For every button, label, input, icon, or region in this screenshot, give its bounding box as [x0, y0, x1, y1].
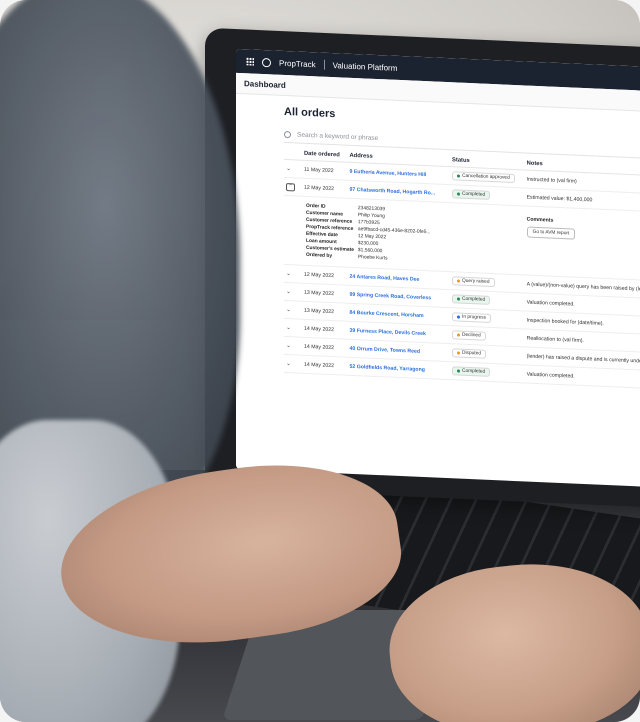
go-to-avm-report-button[interactable]: Go to AVM report: [526, 226, 576, 240]
status-dot-icon: [457, 369, 461, 373]
status-label: Completed: [462, 191, 486, 198]
chevron-down-icon[interactable]: ⌄: [286, 166, 291, 172]
status-badge: Cancellation approved: [452, 171, 515, 184]
chevron-down-icon[interactable]: ⌄: [286, 361, 291, 367]
status-label: Completed: [462, 368, 486, 375]
status-dot-icon: [457, 333, 461, 337]
brand-name: PropTrack: [279, 58, 316, 69]
product-name: Valuation Platform: [332, 60, 398, 73]
status-badge: Completed: [452, 189, 491, 200]
chevron-down-icon[interactable]: ⌄: [286, 289, 291, 295]
status-label: Completed: [462, 296, 486, 303]
status-badge: Declined: [452, 330, 486, 341]
chevron-up-icon[interactable]: ⌃: [286, 183, 296, 192]
status-dot-icon: [457, 279, 461, 283]
status-label: In progress: [462, 314, 487, 321]
photo: PropTrack Valuation Platform Dashboard A…: [0, 0, 640, 722]
expand-col-header: [284, 146, 302, 161]
row-notes: Valuation completed.: [524, 364, 640, 391]
chevron-down-icon[interactable]: ⌄: [286, 307, 291, 313]
search-input[interactable]: Search a keyword or phrase: [297, 131, 378, 142]
status-badge: Completed: [452, 294, 491, 305]
row-date: 13 May 2022: [302, 301, 348, 322]
laptop-screen: PropTrack Valuation Platform Dashboard A…: [236, 48, 640, 488]
status-dot-icon: [457, 351, 461, 355]
proptrack-logo-icon: [262, 57, 271, 67]
status-dot-icon: [457, 297, 461, 301]
status-badge: Query raised: [452, 276, 495, 288]
status-label: Declined: [462, 332, 481, 339]
status-label: Disputed: [462, 350, 481, 357]
orders-table: Date ordered Address Status Notes ⌄ 11 M…: [284, 146, 640, 391]
orders-panel: All orders Search a keyword or phrase Da…: [284, 106, 640, 487]
status-label: Cancellation approved: [462, 173, 510, 181]
chevron-down-icon[interactable]: ⌄: [286, 343, 291, 349]
order-detail-fields: Order ID 2348213039 Customer name Philip Y…: [304, 203, 433, 265]
row-date: 12 May 2022: [302, 265, 348, 286]
row-date: 12 May 2022: [302, 178, 348, 199]
app-grid-icon[interactable]: [246, 57, 254, 66]
row-date: 14 May 2022: [302, 355, 348, 376]
row-date: 14 May 2022: [302, 337, 348, 358]
status-dot-icon: [457, 192, 461, 196]
search-icon: [284, 130, 291, 138]
status-dot-icon: [457, 315, 461, 319]
status-badge: Completed: [452, 366, 491, 377]
status-badge: In progress: [452, 312, 492, 323]
status-dot-icon: [457, 174, 461, 178]
chevron-down-icon[interactable]: ⌄: [286, 325, 291, 331]
status-label: Query raised: [462, 278, 490, 285]
row-date: 13 May 2022: [302, 283, 348, 304]
topbar-divider: [323, 59, 325, 70]
detail-key: Ordered by: [306, 252, 333, 260]
chevron-down-icon[interactable]: ⌄: [286, 271, 291, 277]
row-date: 14 May 2022: [302, 319, 348, 340]
status-badge: Disputed: [452, 348, 486, 359]
row-address-link[interactable]: 52 Goldfields Road, Yarragong: [347, 357, 451, 380]
row-date: 11 May 2022: [302, 160, 348, 181]
